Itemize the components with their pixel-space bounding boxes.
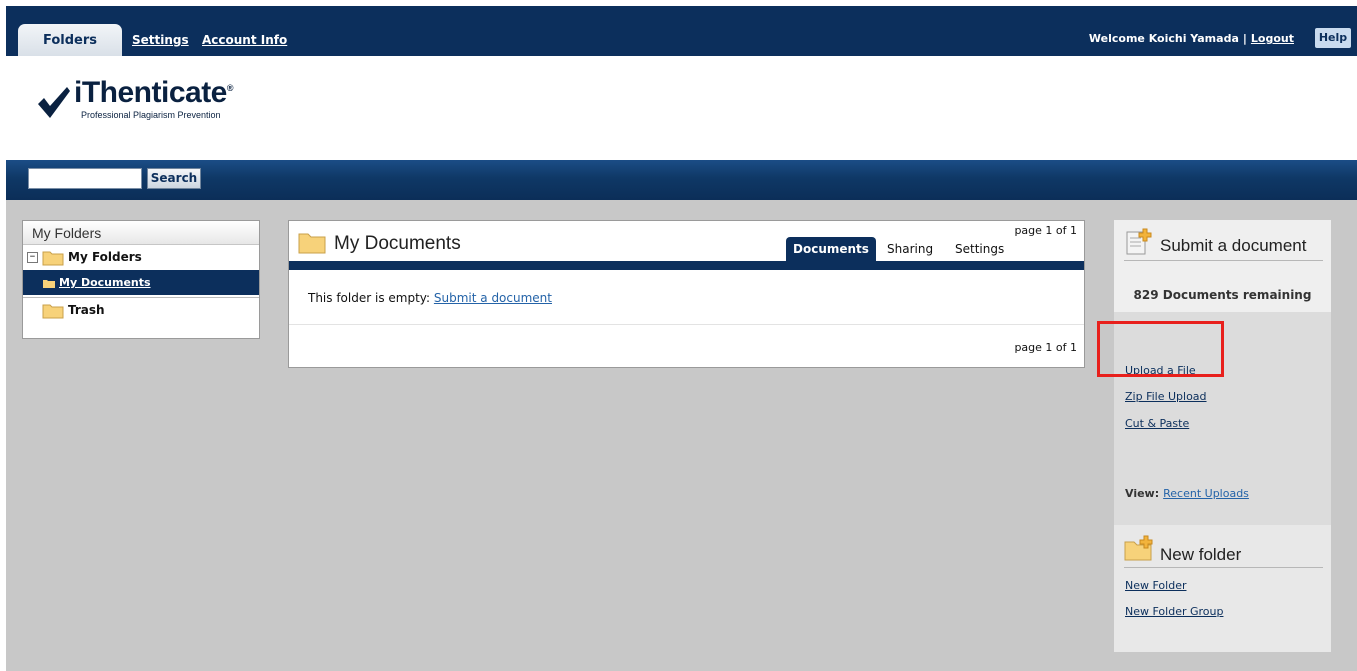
welcome-separator: |	[1242, 32, 1247, 45]
search-input[interactable]	[28, 168, 142, 189]
new-folder-icon	[1124, 535, 1153, 561]
ithenticate-logo: iThenticate® Professional Plagiarism Pre…	[36, 76, 276, 128]
submit-panel-rule	[1124, 260, 1323, 261]
empty-folder-text: This folder is empty:	[308, 291, 431, 305]
pager-bottom: page 1 of 1	[1014, 341, 1077, 354]
search-button[interactable]: Search	[147, 168, 201, 189]
folder-my-documents-label: My Documents	[59, 276, 151, 289]
documents-header-rule	[289, 261, 1084, 270]
tab-folder-settings[interactable]: Settings	[955, 237, 1004, 261]
folder-trash[interactable]: Trash	[23, 297, 259, 322]
search-bar: Search	[6, 160, 1357, 200]
new-folder-group-link[interactable]: New Folder Group	[1125, 605, 1223, 618]
logo-tagline: Professional Plagiarism Prevention	[81, 110, 221, 120]
tab-settings[interactable]: Settings	[132, 33, 189, 47]
new-document-icon	[1126, 228, 1152, 255]
tab-documents[interactable]: Documents	[786, 237, 876, 261]
folder-icon	[298, 233, 326, 254]
new-folder-link[interactable]: New Folder	[1125, 579, 1186, 592]
new-folder-title: New folder	[1160, 545, 1242, 564]
documents-panel: My Documents page 1 of 1 Documents Shari…	[288, 220, 1085, 368]
checkmark-icon	[38, 87, 70, 118]
help-button[interactable]: Help	[1315, 28, 1351, 48]
tab-account-info[interactable]: Account Info	[202, 33, 287, 47]
highlight-box	[1097, 321, 1224, 377]
submit-document-link[interactable]: Submit a document	[434, 291, 552, 305]
documents-divider	[289, 324, 1084, 325]
main-content: My Folders − My Folders My Documents Tra…	[6, 200, 1357, 671]
submit-panel-title: Submit a document	[1160, 236, 1307, 255]
welcome-area: Welcome Koichi Yamada | Logout	[1089, 32, 1294, 45]
submit-panel-header: Submit a document 829 Documents remainin…	[1114, 220, 1331, 312]
logo-brand: iThenticate®	[74, 76, 234, 110]
recent-uploads-link[interactable]: Recent Uploads	[1163, 487, 1249, 500]
folders-panel: My Folders − My Folders My Documents Tra…	[22, 220, 260, 339]
tab-folders[interactable]: Folders	[18, 24, 122, 56]
folders-panel-title: My Folders	[23, 221, 259, 245]
open-folder-icon	[43, 280, 55, 288]
zip-upload-link[interactable]: Zip File Upload	[1125, 390, 1207, 403]
new-folder-rule	[1124, 567, 1323, 568]
folder-icon	[42, 304, 64, 319]
top-nav-bar: Folders Settings Account Info Welcome Ko…	[6, 6, 1357, 56]
logout-link[interactable]: Logout	[1251, 32, 1294, 45]
folder-group-my-folders[interactable]: − My Folders	[23, 245, 259, 270]
pager-top: page 1 of 1	[1014, 224, 1077, 237]
welcome-text: Welcome Koichi Yamada	[1088, 32, 1239, 45]
folder-group-label: My Folders	[68, 250, 142, 264]
view-label: View:	[1125, 487, 1160, 500]
tab-sharing[interactable]: Sharing	[887, 237, 933, 261]
registered-mark: ®	[226, 83, 234, 93]
documents-title: My Documents	[334, 233, 461, 254]
view-recent: View: Recent Uploads	[1125, 487, 1249, 500]
folder-icon	[42, 251, 64, 266]
folder-my-documents[interactable]: My Documents	[23, 270, 259, 295]
documents-remaining: 829 Documents remaining	[1133, 288, 1312, 302]
empty-folder-message: This folder is empty: Submit a document	[308, 291, 552, 305]
collapse-icon[interactable]: −	[27, 252, 38, 263]
logo-brand-text: iThenticate	[74, 76, 227, 109]
new-folder-panel: New folder New Folder New Folder Group	[1114, 525, 1331, 652]
folder-trash-label: Trash	[68, 303, 105, 317]
cut-paste-link[interactable]: Cut & Paste	[1125, 417, 1189, 430]
